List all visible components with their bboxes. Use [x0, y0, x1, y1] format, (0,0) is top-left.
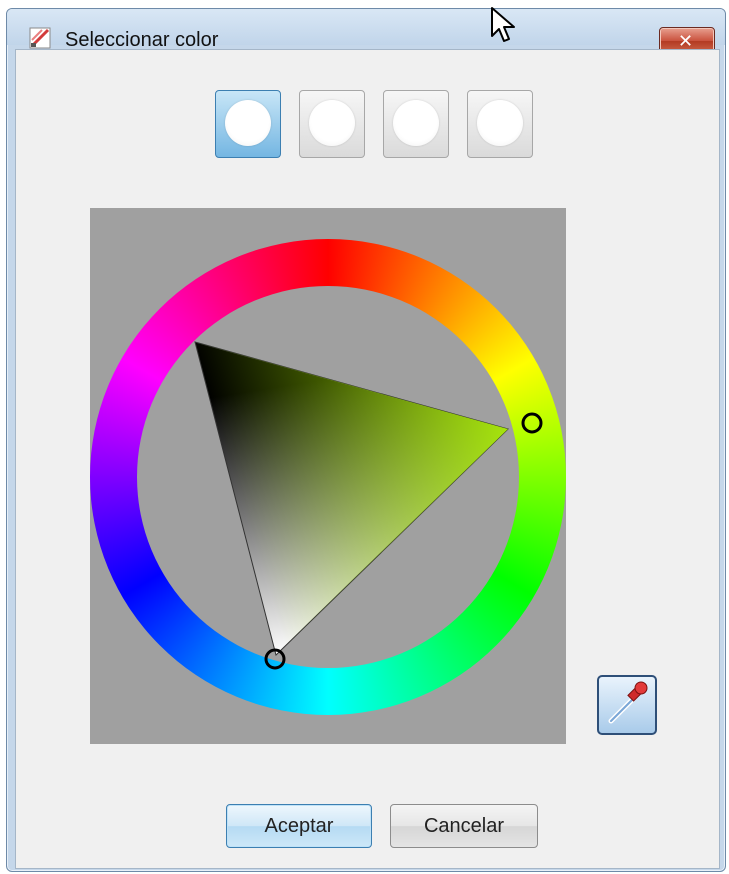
- color-picker-icon: [29, 27, 51, 49]
- triangle-hue-overlay: [195, 342, 508, 655]
- color-swatch-1[interactable]: [215, 90, 281, 158]
- swatch-color: [477, 100, 523, 146]
- swatch-color: [225, 100, 271, 146]
- color-swatch-3[interactable]: [383, 90, 449, 158]
- swatch-color: [393, 100, 439, 146]
- dialog-body: Aceptar Cancelar: [15, 49, 720, 869]
- eyedropper-icon: [608, 681, 648, 724]
- cancel-button-label: Cancelar: [423, 814, 505, 837]
- swatch-color: [309, 100, 355, 146]
- color-swatch-4[interactable]: [467, 90, 533, 158]
- eyedropper-button[interactable]: [597, 675, 657, 735]
- color-wheel-area[interactable]: [90, 208, 566, 744]
- color-swatch-2[interactable]: [299, 90, 365, 158]
- hue-ring-handle[interactable]: [521, 412, 543, 434]
- title-bar[interactable]: Seleccionar color ✕: [7, 9, 725, 55]
- color-triangle-svg[interactable]: [90, 208, 566, 744]
- accept-button[interactable]: Aceptar: [226, 804, 372, 848]
- mouse-pointer-icon: [491, 7, 515, 42]
- close-icon: ✕: [678, 31, 694, 51]
- accept-button-label: Aceptar: [264, 814, 334, 837]
- color-dialog: Seleccionar color ✕ Aceptar Cancelar: [6, 8, 726, 872]
- cancel-button[interactable]: Cancelar: [390, 804, 538, 848]
